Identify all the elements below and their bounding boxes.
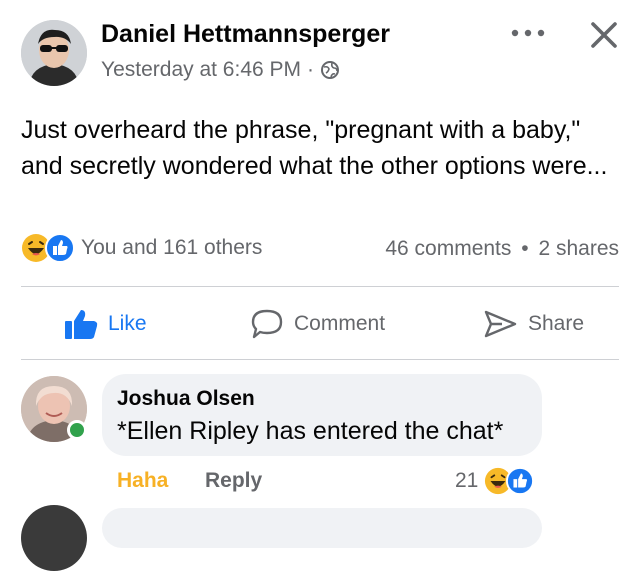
thumbs-up-icon <box>64 308 98 340</box>
divider-top <box>21 286 619 287</box>
online-status-indicator <box>67 420 87 440</box>
shares-count[interactable]: 2 shares <box>538 237 619 260</box>
post-stats: 46 comments • 2 shares <box>385 237 619 261</box>
like-button[interactable]: Like <box>64 302 147 346</box>
globe-icon <box>320 60 340 80</box>
like-reaction-icon <box>506 467 535 495</box>
reactions-summary[interactable]: You and 161 others <box>21 233 262 263</box>
reactions-text: You and 161 others <box>81 236 263 259</box>
stats-separator: • <box>521 237 529 260</box>
commenter-avatar[interactable] <box>21 376 87 442</box>
meta-separator: · <box>307 58 315 81</box>
next-commenter-avatar[interactable] <box>21 505 87 571</box>
comment-text: *Ellen Ripley has entered the chat* <box>117 417 504 445</box>
like-reaction-icon <box>45 233 75 263</box>
share-button[interactable]: Share <box>482 302 584 346</box>
divider-bottom <box>21 359 619 360</box>
comment-button[interactable]: Comment <box>250 302 385 346</box>
like-label: Like <box>108 312 147 335</box>
comment-reactions-summary[interactable]: 21 <box>455 467 535 495</box>
author-avatar-image <box>21 20 87 86</box>
author-avatar[interactable] <box>21 20 87 86</box>
comment-icon <box>250 308 284 340</box>
comment-reply-button[interactable]: Reply <box>205 469 262 493</box>
post-text: Just overheard the phrase, "pregnant wit… <box>21 116 608 180</box>
comments-count[interactable]: 46 comments <box>385 237 511 260</box>
comment-reaction-count: 21 <box>455 469 479 492</box>
comment-reaction-button[interactable]: Haha <box>117 469 168 493</box>
comment-label: Comment <box>294 312 386 335</box>
post-timestamp[interactable]: Yesterday at 6:46 PM <box>101 58 301 82</box>
next-comment-bubble <box>102 508 542 548</box>
more-options-icon[interactable] <box>511 26 545 40</box>
close-icon[interactable] <box>589 20 619 50</box>
post-meta: Yesterday at 6:46 PM · <box>101 58 340 82</box>
share-icon <box>482 308 518 340</box>
comment-author-name[interactable]: Joshua Olsen <box>117 387 255 411</box>
post-author-name[interactable]: Daniel Hettmannsperger <box>101 20 390 49</box>
share-label: Share <box>528 312 585 335</box>
